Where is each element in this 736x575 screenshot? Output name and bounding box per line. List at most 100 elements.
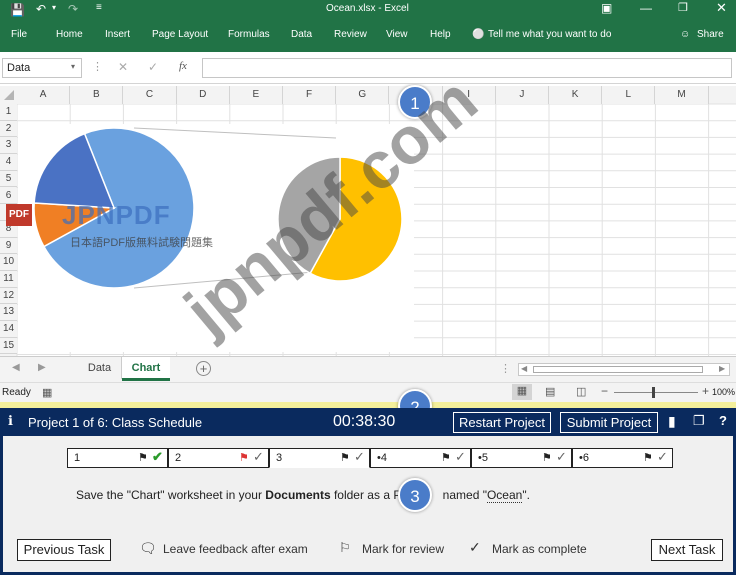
- flag-icon[interactable]: ⚑: [340, 449, 350, 467]
- column-header-e[interactable]: E: [229, 86, 283, 104]
- ribbon-display-icon[interactable]: ▣: [601, 1, 612, 15]
- row-header-4[interactable]: 4: [0, 154, 17, 171]
- task-tab-6[interactable]: •6 ⚑ ✓: [572, 448, 673, 468]
- row-header-2[interactable]: 2: [0, 120, 17, 138]
- cancel-icon[interactable]: ✕: [118, 60, 128, 74]
- tab-file[interactable]: File: [11, 29, 27, 40]
- column-header-f[interactable]: F: [283, 86, 337, 104]
- tab-formulas[interactable]: Formulas: [228, 29, 270, 40]
- row-header-10[interactable]: 10: [0, 254, 17, 271]
- row-header-6[interactable]: 6: [0, 187, 17, 205]
- flag-red-icon[interactable]: ⚑: [239, 449, 249, 467]
- restore-icon[interactable]: ❐: [678, 1, 688, 14]
- tab-home[interactable]: Home: [56, 29, 83, 40]
- task-tab-2[interactable]: 2 ⚑ ✓: [168, 448, 269, 468]
- tab-page-layout[interactable]: Page Layout: [152, 29, 208, 40]
- enter-icon[interactable]: ✓: [148, 60, 158, 74]
- customize-qat-icon[interactable]: ≡: [96, 2, 102, 13]
- flag-icon[interactable]: ⚑: [441, 449, 451, 467]
- comment-icon[interactable]: 🗨: [139, 540, 157, 557]
- page-layout-view-icon[interactable]: ▤: [545, 385, 555, 398]
- horizontal-scrollbar[interactable]: ◀ ▶: [518, 363, 730, 376]
- flag-icon[interactable]: ⚑: [643, 449, 653, 467]
- redo-icon[interactable]: ↷: [68, 2, 78, 16]
- column-header-k[interactable]: K: [549, 86, 603, 104]
- row-header-3[interactable]: 3: [0, 137, 17, 155]
- info-icon[interactable]: ℹ: [8, 413, 13, 429]
- undo-dropdown-icon[interactable]: ▾: [52, 3, 56, 12]
- column-header-d[interactable]: D: [176, 86, 230, 104]
- macro-record-icon[interactable]: ▦: [42, 386, 52, 399]
- row-header-15[interactable]: 15: [0, 337, 17, 355]
- column-header-a[interactable]: A: [17, 86, 71, 104]
- column-header-l[interactable]: L: [602, 86, 656, 104]
- flag-icon[interactable]: ⚐: [339, 540, 351, 556]
- zoom-slider-thumb[interactable]: [652, 387, 655, 398]
- normal-view-icon[interactable]: ▦: [512, 384, 532, 400]
- mark-complete-link[interactable]: Mark as complete: [492, 542, 587, 556]
- row-header-13[interactable]: 13: [0, 304, 17, 322]
- submit-project-button[interactable]: Submit Project: [560, 412, 658, 433]
- leave-feedback-link[interactable]: Leave feedback after exam: [163, 542, 308, 556]
- column-header-j[interactable]: J: [495, 86, 549, 104]
- insert-function-icon[interactable]: fx: [179, 60, 187, 72]
- scroll-left-icon[interactable]: ◀: [12, 362, 20, 373]
- zoom-out-icon[interactable]: −: [601, 384, 608, 398]
- calculator-icon[interactable]: ▮: [668, 413, 676, 430]
- formula-input[interactable]: [202, 58, 732, 78]
- next-task-button[interactable]: Next Task: [651, 539, 723, 561]
- row-header-9[interactable]: 9: [0, 237, 17, 255]
- column-header-b[interactable]: B: [70, 86, 124, 104]
- tell-me-search[interactable]: Tell me what you want to do: [488, 29, 611, 40]
- column-header-g[interactable]: G: [336, 86, 390, 104]
- name-box[interactable]: Data ▾: [2, 58, 82, 78]
- zoom-slider[interactable]: [614, 392, 698, 393]
- share-button[interactable]: Share: [697, 29, 724, 40]
- complete-check-icon[interactable]: ✔: [152, 448, 163, 466]
- check-icon[interactable]: ✓: [253, 448, 264, 466]
- previous-task-button[interactable]: Previous Task: [17, 539, 111, 561]
- column-header-c[interactable]: C: [123, 86, 177, 104]
- task-tab-1[interactable]: 1 ⚑ ✔: [67, 448, 168, 468]
- tab-insert[interactable]: Insert: [105, 29, 130, 40]
- hscroll-thumb[interactable]: [533, 366, 703, 373]
- mark-review-link[interactable]: Mark for review: [362, 542, 444, 556]
- new-sheet-icon[interactable]: +: [196, 361, 211, 376]
- undo-icon[interactable]: ↶: [36, 2, 46, 16]
- check-icon[interactable]: ✓: [455, 448, 466, 466]
- minimize-icon[interactable]: —: [640, 1, 652, 15]
- task-tab-4[interactable]: •4 ⚑ ✓: [370, 448, 471, 468]
- zoom-in-icon[interactable]: +: [702, 384, 709, 398]
- hscroll-right-icon[interactable]: ▶: [719, 364, 725, 373]
- column-header-m[interactable]: M: [655, 86, 709, 104]
- page-break-view-icon[interactable]: ◫: [576, 385, 586, 398]
- help-icon[interactable]: ?: [719, 413, 727, 428]
- layout-icon[interactable]: ❐: [693, 413, 705, 429]
- hscroll-left-icon[interactable]: ◀: [521, 364, 527, 373]
- sheet-tab-chart[interactable]: Chart: [122, 357, 170, 381]
- row-header-1[interactable]: 1: [0, 104, 17, 121]
- task-tab-3[interactable]: 3 ⚑ ✓: [269, 448, 370, 468]
- row-header-14[interactable]: 14: [0, 321, 17, 338]
- check-icon[interactable]: ✓: [657, 448, 668, 466]
- save-icon[interactable]: 💾: [10, 3, 25, 17]
- tab-view[interactable]: View: [386, 29, 408, 40]
- close-icon[interactable]: ✕: [716, 0, 727, 16]
- tab-review[interactable]: Review: [334, 29, 367, 40]
- tab-split-icon[interactable]: ⋮: [500, 362, 511, 375]
- tab-data[interactable]: Data: [291, 29, 312, 40]
- restart-project-button[interactable]: Restart Project: [453, 412, 551, 433]
- drag-handle-icon[interactable]: ⋮: [92, 60, 103, 73]
- check-icon[interactable]: ✓: [556, 448, 567, 466]
- check-icon[interactable]: ✓: [469, 539, 481, 556]
- flag-icon[interactable]: ⚑: [138, 449, 148, 467]
- flag-icon[interactable]: ⚑: [542, 449, 552, 467]
- tab-help[interactable]: Help: [430, 29, 451, 40]
- row-header-11[interactable]: 11: [0, 271, 17, 288]
- row-header-12[interactable]: 12: [0, 287, 17, 305]
- chevron-down-icon[interactable]: ▾: [71, 62, 75, 71]
- instruction-filename[interactable]: Ocean: [486, 488, 523, 503]
- row-header-5[interactable]: 5: [0, 170, 17, 188]
- check-icon[interactable]: ✓: [354, 448, 365, 466]
- task-tab-5[interactable]: •5 ⚑ ✓: [471, 448, 572, 468]
